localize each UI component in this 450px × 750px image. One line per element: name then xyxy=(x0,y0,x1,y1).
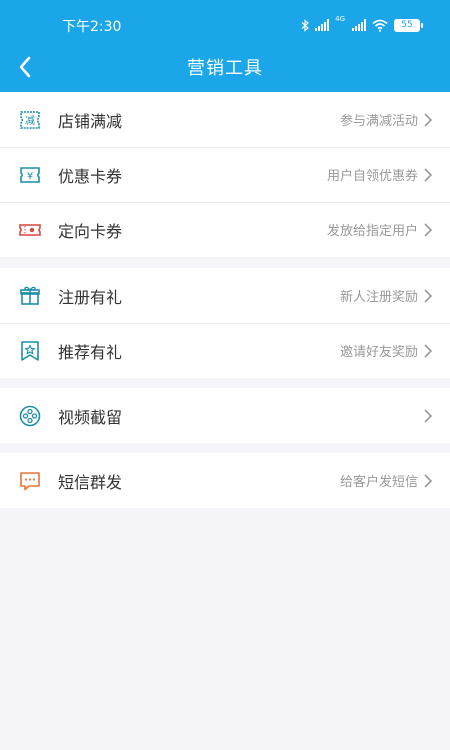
chat-bubble-icon xyxy=(19,470,41,492)
svg-text:¥: ¥ xyxy=(27,171,33,182)
chevron-right-icon xyxy=(424,112,433,127)
menu-item-desc: 用户自领优惠券 xyxy=(326,169,418,184)
bookmark-star-icon xyxy=(19,340,41,362)
status-time: 下午2:30 xyxy=(62,19,122,35)
menu-group-sms: 短信群发 给客户发短信 xyxy=(0,453,450,508)
menu-item-label: 店铺满减 xyxy=(58,111,123,131)
ticket-icon xyxy=(19,219,41,241)
menu-item-label: 短信群发 xyxy=(58,472,123,492)
net-label-1: 4G xyxy=(335,15,345,23)
menu-item-label: 注册有礼 xyxy=(58,287,123,307)
chevron-right-icon xyxy=(424,288,433,303)
menu-item-desc: 参与满减活动 xyxy=(339,114,418,129)
svg-text:减: 减 xyxy=(25,115,35,127)
menu-item-targeted-coupons[interactable]: 定向卡券 发放给指定用户 xyxy=(0,202,450,257)
menu-group-coupons: 减 店铺满减 参与满减活动 ¥ 优惠卡券 用户自领优惠券 定向卡券 发放给指定用… xyxy=(0,92,450,257)
menu-item-store-discount[interactable]: 减 店铺满减 参与满减活动 xyxy=(0,92,450,147)
menu-item-desc: 邀请好友奖励 xyxy=(339,345,418,360)
menu-item-desc: 给客户发短信 xyxy=(339,475,418,490)
menu-item-label: 优惠卡券 xyxy=(58,166,123,186)
chevron-right-icon xyxy=(424,343,433,358)
menu-group-rewards: 注册有礼 新人注册奖励 推荐有礼 邀请好友奖励 xyxy=(0,268,450,378)
menu-item-video-retention[interactable]: 视频截留 xyxy=(0,388,450,443)
page-title: 营销工具 xyxy=(187,58,263,79)
menu-item-referral-gift[interactable]: 推荐有礼 邀请好友奖励 xyxy=(0,323,450,378)
menu-item-coupons[interactable]: ¥ 优惠卡券 用户自领优惠券 xyxy=(0,147,450,202)
battery-icon: 55 xyxy=(394,18,423,32)
chevron-right-icon xyxy=(424,167,433,182)
film-reel-icon xyxy=(19,405,41,427)
menu-group-video: 视频截留 xyxy=(0,388,450,443)
menu-item-desc: 发放给指定用户 xyxy=(326,224,418,239)
chevron-right-icon xyxy=(424,222,433,237)
discount-tag-icon: 减 xyxy=(19,109,41,131)
chevron-right-icon xyxy=(424,408,433,423)
menu-item-sms-broadcast[interactable]: 短信群发 给客户发短信 xyxy=(0,453,450,508)
signal-icon-1 xyxy=(315,19,330,31)
app-header: 下午2:30 4G 55 营销工具 xyxy=(0,0,450,92)
coupon-yen-icon: ¥ xyxy=(19,164,41,186)
menu-item-label: 定向卡券 xyxy=(58,221,123,241)
menu-item-label: 视频截留 xyxy=(58,407,123,427)
status-icons: 4G 55 xyxy=(301,15,423,34)
wifi-icon xyxy=(372,19,388,32)
menu-item-register-gift[interactable]: 注册有礼 新人注册奖励 xyxy=(0,268,450,323)
bluetooth-icon xyxy=(301,18,310,32)
menu-item-desc: 新人注册奖励 xyxy=(339,290,418,305)
chevron-right-icon xyxy=(424,473,433,488)
gift-icon xyxy=(19,285,41,307)
menu-item-label: 推荐有礼 xyxy=(58,342,123,362)
signal-icon-2 xyxy=(352,19,366,31)
